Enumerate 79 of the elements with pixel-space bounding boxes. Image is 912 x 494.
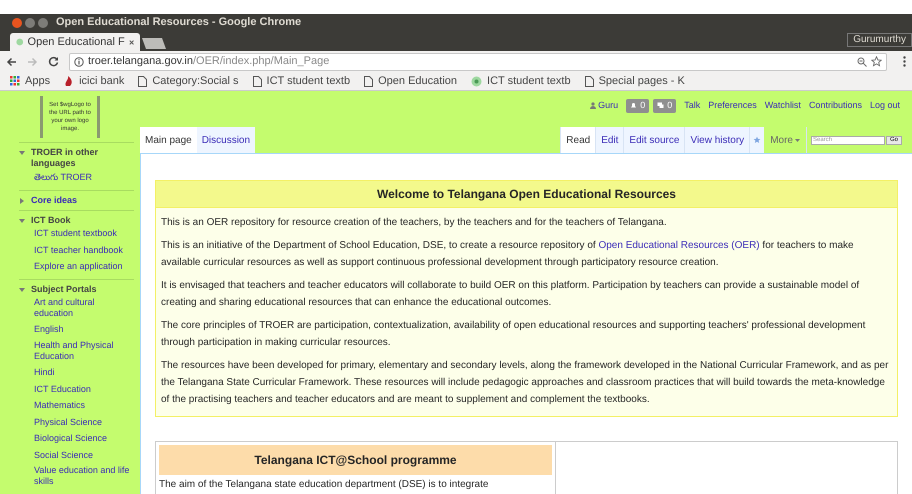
sidebar-link[interactable]: ICT student textbook (34, 228, 117, 239)
sidebar-link[interactable]: Biological Science (34, 433, 108, 444)
welcome-title: Welcome to Telangana Open Educational Resources (156, 181, 897, 208)
caret-icon (794, 138, 800, 142)
page-icon (364, 76, 374, 86)
address-field[interactable]: troer.telangana.gov.in/OER/index.php/Main_Page (69, 52, 887, 70)
sidebar-link[interactable]: Art and cultural education (34, 296, 134, 318)
bookmark-item[interactable]: ICT student textb (471, 72, 571, 90)
view-tab[interactable]: Edit (595, 127, 624, 153)
sidebar-link[interactable]: తెలుగు TROER (34, 172, 92, 182)
url-text: troer.telangana.gov.in/OER/index.php/Main_Page (88, 54, 330, 70)
paragraph: The resources have been developed for primary, elementary and secondary levels, along the framework developed in the National Curricular Framework, and as per the Telangana State Curricular Framework. These resources will include pedagogic approaches and classroom practices that will build towards the meta-knowledge of the practising teachers and teacher educators and are meant to supplement and complement the textbooks. (161, 359, 890, 407)
reload-button[interactable] (48, 56, 59, 67)
sidebar-link[interactable]: Physical Science (34, 416, 102, 428)
more-menu[interactable]: More (764, 127, 806, 153)
view-tab[interactable]: Edit source (623, 127, 684, 153)
zoom-icon[interactable] (857, 56, 867, 66)
expanded-arrow-icon[interactable] (19, 287, 25, 293)
menu-icon[interactable] (903, 56, 906, 67)
personal-link[interactable]: Watchlist (764, 99, 801, 112)
paragraph: This is an initiative of the Department of School Education, DSE, to create a resource repository of Open Educational Resources (OER) for teachers to make available curricular resources as well as support continuous professional development through participatory resource creation. (161, 239, 855, 270)
view-tab[interactable]: Read (560, 127, 596, 153)
flame-icon (64, 76, 74, 86)
sidebar-link[interactable]: Mathematics (34, 400, 86, 411)
expanded-arrow-icon[interactable] (19, 150, 25, 156)
bell-icon (630, 102, 638, 110)
browser-tab[interactable]: Open Educational F (10, 33, 140, 51)
sidebar-link[interactable]: English (34, 324, 64, 335)
portal-heading[interactable]: ICT Book (31, 214, 70, 226)
tab-close-icon[interactable] (128, 38, 134, 46)
portal-heading[interactable]: Core ideas (31, 194, 78, 206)
new-tab-button[interactable] (142, 38, 166, 49)
info-icon (74, 56, 84, 66)
window-title: Open Educational Resources - Google Chrome (56, 15, 302, 30)
page-icon (252, 76, 262, 86)
user-link[interactable]: Guru (598, 99, 618, 112)
bookmark-item[interactable]: Open Education (364, 72, 458, 90)
maximize-window-button[interactable] (38, 18, 48, 28)
sidebar-link[interactable]: Explore an application (34, 261, 123, 272)
portal-heading[interactable]: Subject Portals (31, 284, 97, 295)
namespace-tab[interactable]: Main page (140, 127, 197, 153)
sidebar-link[interactable]: Social Science (34, 450, 94, 460)
sidebar-link[interactable]: Health and Physical Education (34, 340, 134, 362)
personal-link[interactable]: Log out (870, 99, 900, 112)
page-icon (138, 76, 148, 86)
collapsed-arrow-icon[interactable] (19, 198, 25, 204)
ict-text: The aim of the Telangana state education department (DSE) is to integrate (159, 478, 490, 491)
expanded-arrow-icon[interactable] (19, 218, 25, 224)
sidebar-link[interactable]: ICT Education (34, 384, 91, 394)
ict-title: Telangana ICT@School programme (159, 445, 552, 475)
portal-heading[interactable]: TROER in other languages (31, 147, 134, 169)
oer-link[interactable]: Open Educational Resources (OER) (598, 240, 760, 251)
bookmark-item[interactable]: Special pages - K (584, 72, 685, 90)
paragraph: It is envisaged that teachers and teacher educators will collaborate to build OER on this platform. Participation by teachers can provide a sustainable model of creating and sharing educational resources that can enhance the educational outcomes. (161, 279, 860, 310)
page-icon (584, 76, 594, 86)
paragraph: The core principles of TROER are participation, contextualization, availability of open educational resources and supporting teachers' professional development through participation in making curricular resources. (161, 319, 866, 350)
personal-link[interactable]: Talk (684, 99, 700, 112)
user-icon (590, 102, 596, 110)
minimize-window-button[interactable] (25, 18, 35, 28)
star-icon[interactable] (871, 56, 882, 67)
speech-bubbles-icon (657, 102, 664, 110)
watch-star-icon[interactable] (753, 136, 762, 144)
tab-title: Open Educational F (28, 34, 125, 50)
bookmark-item[interactable]: ICT student textb (252, 72, 350, 90)
sidebar-link[interactable]: Hindi (34, 367, 55, 378)
paragraph: This is an OER repository for resource creation of the teachers, by the teachers and for the teachers of Telangana. (161, 216, 668, 230)
bookmark-item[interactable]: icici bank (64, 72, 124, 90)
bookmark-item[interactable]: Apps (10, 72, 50, 90)
view-tab[interactable]: View history (684, 127, 750, 153)
namespace-tab[interactable]: Discussion (196, 127, 256, 153)
personal-link[interactable]: Preferences (708, 99, 757, 112)
close-window-button[interactable] (12, 18, 22, 28)
sidebar-link[interactable]: Value education and life skills (34, 465, 134, 487)
back-button[interactable] (6, 56, 17, 66)
sidebar-link[interactable]: ICT teacher handbook (34, 244, 123, 256)
profile-name[interactable]: Gurumurthy (847, 33, 912, 47)
apps-grid-icon (10, 76, 20, 86)
bookmark-item[interactable]: Category:Social s (138, 72, 239, 90)
personal-link[interactable]: Contributions (808, 99, 862, 112)
